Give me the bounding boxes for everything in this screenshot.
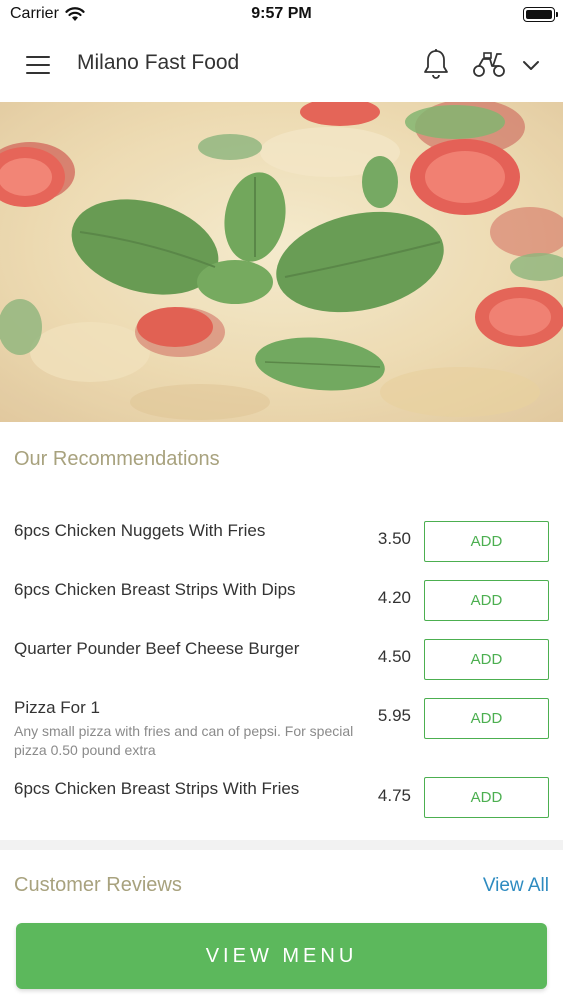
hamburger-menu-icon[interactable] [26,56,50,74]
chevron-down-icon[interactable] [521,55,541,75]
app-header: Milano Fast Food [0,30,563,102]
item-price: 4.75 [377,786,411,805]
hero-pizza-image [0,102,563,422]
item-name: 6pcs Chicken Nuggets With Fries [14,521,266,540]
item-price: 5.95 [377,706,411,725]
item-name: Quarter Pounder Beef Cheese Burger [14,639,300,658]
item-name: 6pcs Chicken Breast Strips With Dips [14,580,296,599]
item-name: Pizza For 1 [14,698,100,717]
status-bar: Carrier 9:57 PM [0,0,563,30]
add-button[interactable]: ADD [424,639,549,680]
item-price: 4.20 [377,588,411,607]
scooter-icon[interactable] [471,50,507,78]
view-menu-button[interactable]: VIEW MENU [16,923,547,989]
add-button[interactable]: ADD [424,777,549,818]
reviews-title: Customer Reviews [14,874,182,896]
item-description: Any small pizza with fries and can of pe… [14,723,354,758]
status-time: 9:57 PM [251,5,312,22]
add-button[interactable]: ADD [424,698,549,739]
view-all-link[interactable]: View All [483,875,549,897]
add-button[interactable]: ADD [424,580,549,621]
item-price: 3.50 [377,529,411,548]
item-price: 4.50 [377,647,411,666]
section-divider [0,840,563,850]
recommendations-title: Our Recommendations [14,448,220,470]
bell-icon[interactable] [422,48,450,80]
battery-icon [523,7,558,22]
add-button[interactable]: ADD [424,521,549,562]
restaurant-title: Milano Fast Food [77,51,240,74]
item-name: 6pcs Chicken Breast Strips With Fries [14,779,300,798]
